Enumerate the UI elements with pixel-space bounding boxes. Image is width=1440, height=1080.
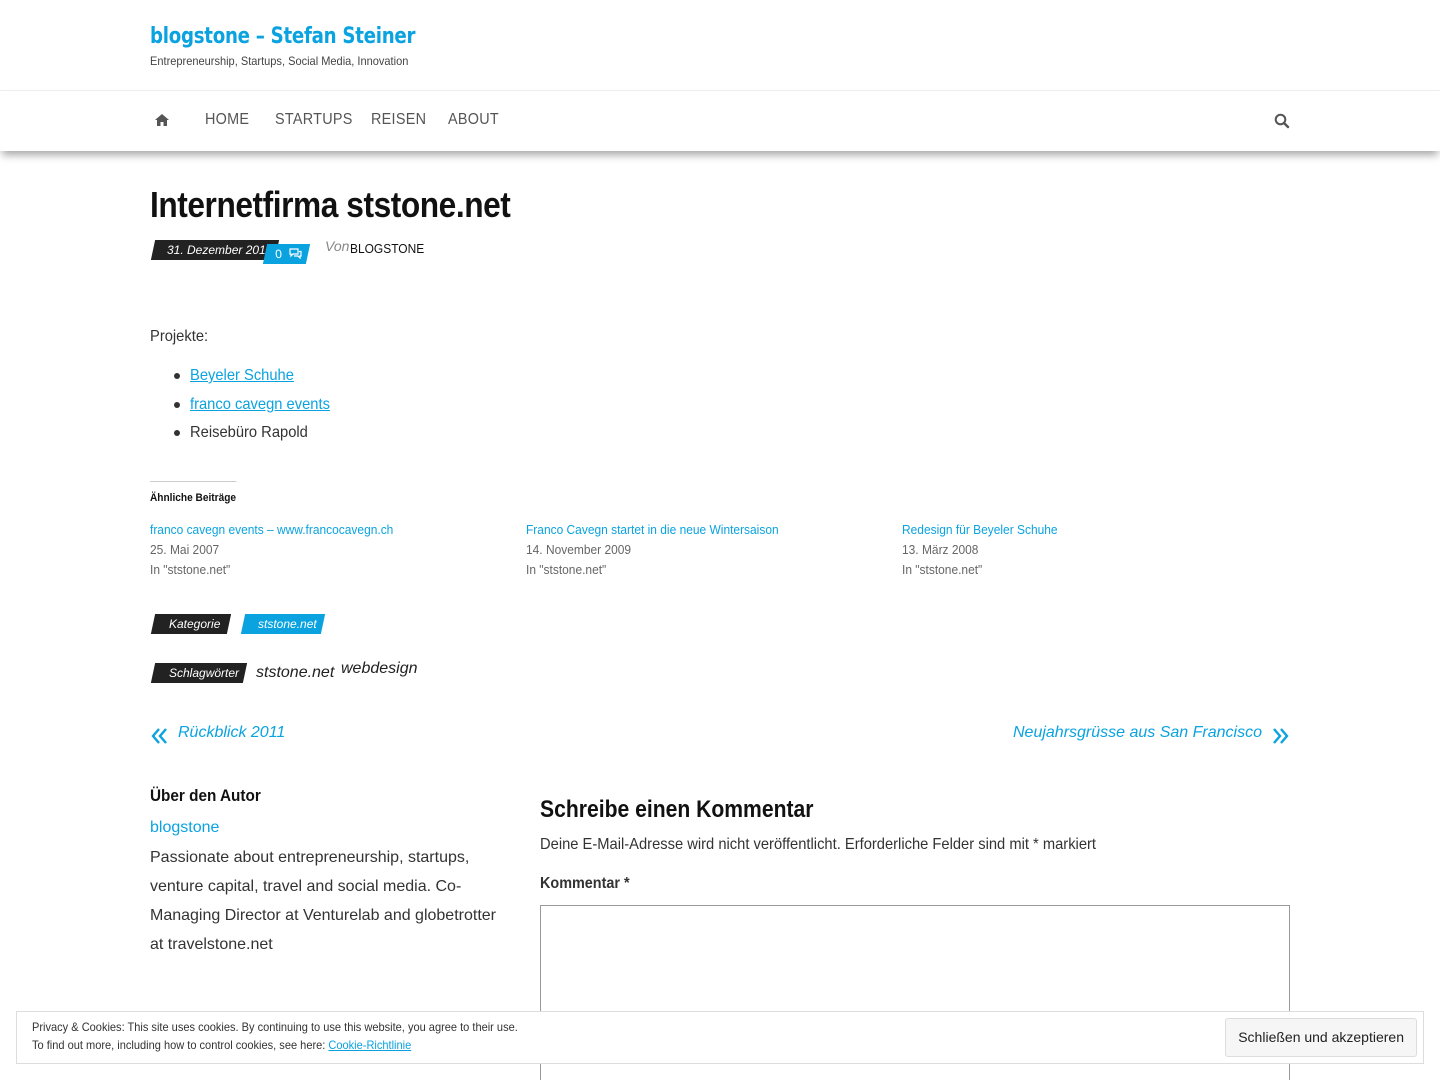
- nav-item-about[interactable]: About: [448, 111, 499, 129]
- comment-label-text: Kommentar: [540, 875, 621, 892]
- category-link-text: ststone.net: [258, 617, 317, 631]
- post-date[interactable]: 31. Dezember 2011: [150, 240, 280, 260]
- related-post-date: 13. März 2008: [902, 542, 979, 557]
- author-box-heading: Über den Autor: [150, 786, 261, 805]
- author-bio: Passionate about entrepreneurship, start…: [150, 849, 496, 953]
- project-link-franco[interactable]: franco cavegn events: [190, 395, 330, 415]
- project-list: Beyeler Schuhe franco cavegn events Reis…: [170, 366, 342, 452]
- related-post-category: In "ststone.net": [902, 562, 983, 577]
- related-post-category: In "ststone.net": [526, 562, 607, 577]
- comments-icon: [289, 248, 302, 260]
- cookie-policy-link[interactable]: Cookie-Richtlinie: [328, 1038, 411, 1052]
- double-chevron-right-icon[interactable]: [1270, 726, 1290, 746]
- post-intro: Projekte:: [150, 328, 209, 345]
- project-link-beyeler[interactable]: Beyeler Schuhe: [190, 366, 294, 386]
- cookie-notice-more-text: To find out more, including how to contr…: [32, 1038, 326, 1052]
- related-posts-heading: Ähnliche Beiträge: [150, 481, 237, 504]
- next-post-link[interactable]: Neujahrsgrüsse aus San Francisco: [1013, 724, 1262, 742]
- previous-post-link[interactable]: Rückblick 2011: [178, 724, 285, 742]
- required-mark: *: [624, 875, 630, 892]
- cookie-notice: Privacy & Cookies: This site uses cookie…: [16, 1011, 1424, 1064]
- nav-item-reisen[interactable]: Reisen: [371, 111, 426, 129]
- related-post-title[interactable]: Redesign für Beyeler Schuhe: [902, 520, 1233, 540]
- related-post-title[interactable]: Franco Cavegn startet in die neue Winter…: [526, 520, 857, 540]
- post-date-label: 31. Dezember 2011: [167, 243, 272, 257]
- related-post: Redesign für Beyeler Schuhe 13. März 200…: [902, 520, 1262, 580]
- list-item: Beyeler Schuhe: [170, 366, 342, 395]
- tags-label: Schlagwörter: [150, 663, 248, 683]
- site-title[interactable]: blogstone – Stefan Steiner: [150, 24, 415, 49]
- main-navigation: Home Startups Reisen About: [0, 90, 1440, 151]
- related-post-category: In "ststone.net": [150, 562, 231, 577]
- comment-count-badge[interactable]: 0: [262, 244, 311, 264]
- comment-form-note: Deine E-Mail-Adresse wird nicht veröffen…: [540, 836, 1097, 853]
- cookie-notice-more: To find out more, including how to contr…: [32, 1038, 411, 1052]
- site-description: Entrepreneurship, Startups, Social Media…: [150, 54, 409, 68]
- comment-count: 0: [273, 247, 284, 261]
- search-icon[interactable]: [1273, 112, 1291, 130]
- cookie-notice-text: Privacy & Cookies: This site uses cookie…: [32, 1020, 518, 1034]
- nav-item-startups[interactable]: Startups: [275, 111, 353, 129]
- category-label: Kategorie: [150, 614, 232, 634]
- nav-item-home[interactable]: Home: [205, 111, 249, 129]
- tags-label-text: Schlagwörter: [169, 666, 240, 680]
- accept-cookies-button[interactable]: Schließen und akzeptieren: [1225, 1018, 1417, 1057]
- related-post: franco cavegn events – www.francocavegn.…: [150, 520, 510, 580]
- list-item: Reisebüro Rapold: [170, 423, 342, 452]
- related-post: Franco Cavegn startet in die neue Winter…: [526, 520, 886, 580]
- category-label-text: Kategorie: [169, 617, 221, 631]
- site-header: blogstone – Stefan Steiner Entrepreneurs…: [0, 0, 1440, 90]
- author-name-link[interactable]: blogstone: [150, 819, 219, 837]
- byline-prefix: Von: [325, 238, 350, 254]
- tag-ststone[interactable]: ststone.net: [256, 664, 334, 682]
- comment-form-heading: Schreibe einen Kommentar: [540, 796, 814, 823]
- related-post-title[interactable]: franco cavegn events – www.francocavegn.…: [150, 520, 481, 540]
- comment-label: Kommentar *: [540, 875, 630, 893]
- project-text-rapold: Reisebüro Rapold: [190, 424, 308, 441]
- home-icon[interactable]: [153, 111, 171, 129]
- post-title: Internetfirma ststone.net: [150, 184, 511, 225]
- byline-author[interactable]: blogstone: [350, 241, 424, 256]
- double-chevron-left-icon[interactable]: [150, 726, 170, 746]
- related-post-date: 25. Mai 2007: [150, 542, 220, 557]
- related-post-date: 14. November 2009: [526, 542, 632, 557]
- list-item: franco cavegn events: [170, 395, 342, 424]
- tag-webdesign[interactable]: webdesign: [341, 660, 418, 678]
- category-link[interactable]: ststone.net: [240, 614, 326, 634]
